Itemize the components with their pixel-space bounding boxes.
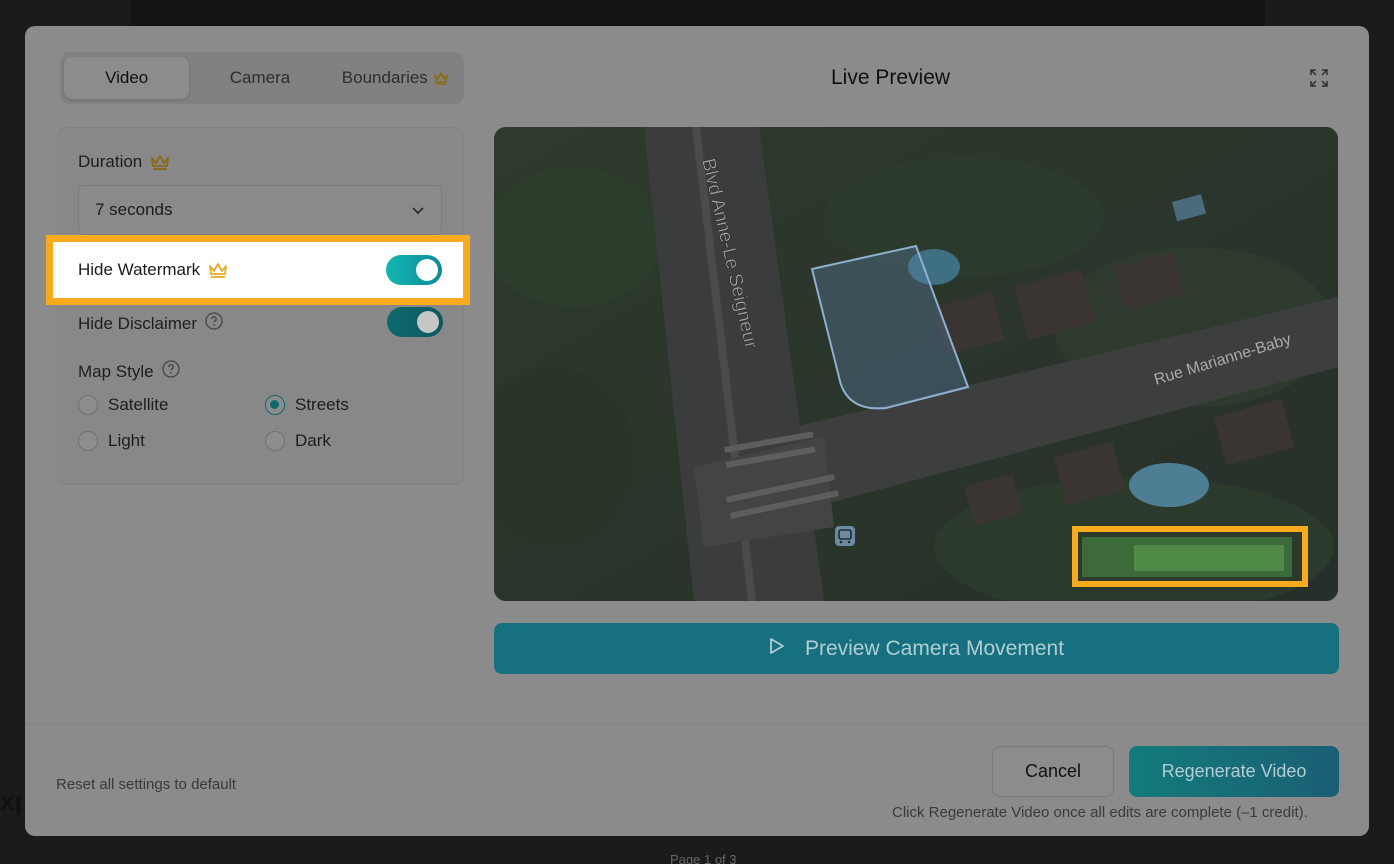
cancel-button[interactable]: Cancel <box>992 746 1114 797</box>
background-pagination: Page 1 of 3 <box>670 852 737 864</box>
regenerate-video-button[interactable]: Regenerate Video <box>1129 746 1339 797</box>
footer-divider <box>25 724 1369 725</box>
live-preview-title: Live Preview <box>831 66 951 89</box>
map-style-dark-label: Dark <box>295 431 331 450</box>
map-style-light[interactable]: Light <box>78 431 145 451</box>
tab-boundaries[interactable]: Boundaries <box>331 57 460 99</box>
radio-button[interactable] <box>78 395 98 415</box>
duration-value: 7 seconds <box>95 200 173 219</box>
tab-boundaries-label: Boundaries <box>341 68 428 87</box>
reset-settings-link[interactable]: Reset all settings to default <box>56 776 236 793</box>
help-icon[interactable] <box>161 360 180 383</box>
crown-icon <box>150 154 170 170</box>
crown-icon <box>433 71 449 85</box>
map-style-dark[interactable]: Dark <box>265 431 331 451</box>
video-settings-panel: Duration 7 seconds Hide Disclaimer Map S… <box>57 127 464 485</box>
tab-video[interactable]: Video <box>64 57 190 99</box>
map-style-satellite[interactable]: Satellite <box>78 395 168 415</box>
watermark-highlight-box <box>1072 526 1308 587</box>
regenerate-note: Click Regenerate Video once all edits ar… <box>892 804 1308 821</box>
bus-stop-icon <box>835 526 855 546</box>
duration-label: Duration <box>78 152 170 172</box>
play-icon <box>769 637 785 661</box>
help-icon[interactable] <box>205 312 223 335</box>
expand-icon[interactable] <box>1309 68 1329 88</box>
tab-camera-label: Camera <box>229 68 291 87</box>
hide-watermark-row: Hide Watermark <box>46 235 470 305</box>
background-page-top <box>130 0 1265 26</box>
edit-video-modal: Video Camera Boundaries Live Preview Dur… <box>25 26 1369 836</box>
map-style-streets[interactable]: Streets <box>265 395 349 415</box>
toggle-knob <box>416 259 438 281</box>
map-style-streets-label: Streets <box>295 395 349 414</box>
settings-tabs: Video Camera Boundaries <box>60 52 464 104</box>
preview-camera-movement-button[interactable]: Preview Camera Movement <box>494 623 1339 674</box>
duration-select[interactable]: 7 seconds <box>78 185 442 235</box>
chevron-down-icon <box>411 200 425 220</box>
duration-label-text: Duration <box>78 152 143 171</box>
hide-watermark-label-text: Hide Watermark <box>78 260 201 279</box>
tab-video-label: Video <box>105 68 149 87</box>
hide-disclaimer-label: Hide Disclaimer <box>78 312 223 335</box>
map-style-light-label: Light <box>108 431 145 450</box>
hide-watermark-toggle[interactable] <box>386 255 442 285</box>
radio-button[interactable] <box>78 431 98 451</box>
map-style-label: Map Style <box>78 360 180 383</box>
background-heading-fragment: xp <box>0 786 22 816</box>
preview-camera-movement-label: Preview Camera Movement <box>804 636 1065 660</box>
hide-watermark-label: Hide Watermark <box>78 260 228 280</box>
map-style-label-text: Map Style <box>78 361 154 381</box>
hide-disclaimer-toggle[interactable] <box>387 307 443 337</box>
toggle-knob <box>417 311 439 333</box>
tab-camera[interactable]: Camera <box>189 57 330 99</box>
radio-button[interactable] <box>265 431 285 451</box>
radio-button-checked[interactable] <box>265 395 285 415</box>
map-style-satellite-label: Satellite <box>108 395 169 414</box>
crown-icon <box>208 262 228 278</box>
hide-disclaimer-label-text: Hide Disclaimer <box>78 313 198 333</box>
